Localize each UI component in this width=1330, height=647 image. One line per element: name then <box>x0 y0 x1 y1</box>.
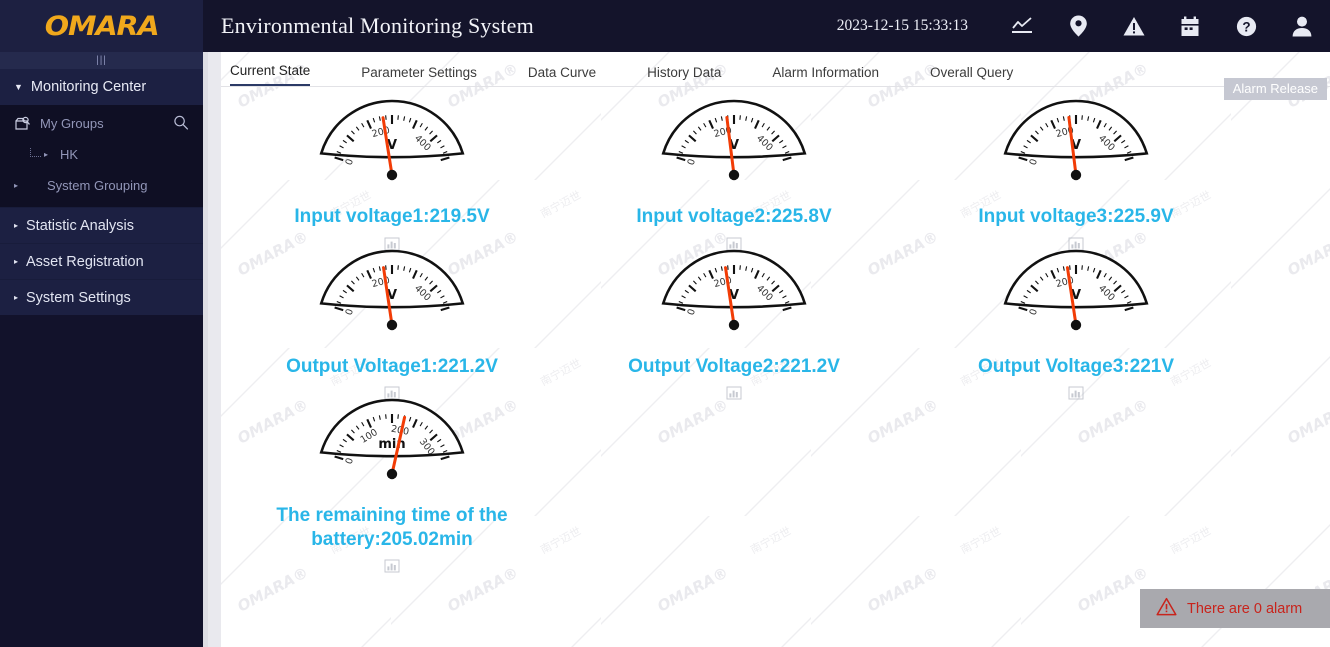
sidebar-item-system-settings[interactable]: ▸ System Settings <box>0 279 203 315</box>
gauge-cell-input-voltage-3: 0 200 400 V Input voltage3:225.9V <box>905 99 1247 251</box>
sidebar-item-hk[interactable]: ▸ HK <box>0 139 203 170</box>
gauge-label: Output Voltage3:221V <box>977 355 1174 377</box>
bar-chart-icon[interactable] <box>726 386 742 400</box>
gauge-label: Input voltage3:225.9V <box>978 206 1174 227</box>
search-icon[interactable] <box>173 114 189 133</box>
gauge-output-voltage-3[interactable]: 0 200 400 V <box>996 249 1156 343</box>
brand-logo[interactable]: OMARA <box>0 0 203 52</box>
chevron-right-icon: ▸ <box>14 181 19 190</box>
sidebar-item-monitoring-center[interactable]: ▼ Monitoring Center <box>0 69 203 105</box>
gauge-label: The remaining time of the battery:205.02… <box>276 505 508 550</box>
tree-connector-line <box>30 147 41 157</box>
alarm-release-button[interactable]: Alarm Release <box>1223 78 1327 100</box>
gauge-grid: 0 200 400 V Input voltage1:219.5V 0 200 400 V … <box>221 87 1330 573</box>
sidebar-item-label: System Grouping <box>47 178 148 193</box>
chevron-right-icon: ▸ <box>44 150 49 159</box>
sidebar-item-label: Asset Registration <box>26 253 144 270</box>
bar-chart-icon[interactable] <box>1068 237 1084 251</box>
sidebar-collapse-handle[interactable]: ||| <box>0 52 203 69</box>
group-folder-icon <box>14 116 31 132</box>
warning-triangle-icon <box>1156 597 1177 621</box>
gauge-cell-output-voltage-3: 0 200 400 V Output Voltage3:221V <box>905 249 1247 401</box>
sidebar-item-label: HK <box>60 147 79 162</box>
gauge-cell-input-voltage-1: 0 200 400 V Input voltage1:219.5V <box>221 99 563 251</box>
alarm-toast-text: There are 0 alarm <box>1187 600 1303 617</box>
gauge-label: Output Voltage1:221.2V <box>286 355 498 377</box>
help-icon[interactable]: ? <box>1218 0 1274 52</box>
svg-text:0: 0 <box>344 158 356 167</box>
sidebar-item-label: My Groups <box>40 116 104 131</box>
gauge-input-voltage-1[interactable]: 0 200 400 V <box>312 99 472 193</box>
location-pin-icon[interactable] <box>1050 0 1106 52</box>
tab-parameter-settings[interactable]: Parameter Settings <box>361 65 477 86</box>
alarm-toast: There are 0 alarm <box>1140 589 1330 628</box>
svg-text:0: 0 <box>686 307 698 316</box>
gauge-row-1: 0 200 400 V Input voltage1:219.5V 0 200 400 V … <box>221 99 1330 251</box>
user-avatar-icon[interactable] <box>1274 0 1330 52</box>
sidebar-item-my-groups[interactable]: My Groups <box>0 108 203 139</box>
gauge-cell-output-voltage-1: 0 200 400 V Output Voltage1:221.2V <box>221 249 563 401</box>
gauge-row-2: 0 200 400 V Output Voltage1:221.2V 0 200 400 V… <box>221 249 1330 401</box>
data-curve-icon[interactable] <box>994 0 1050 52</box>
bar-chart-icon[interactable] <box>1068 386 1084 400</box>
gauge-battery-remaining-time[interactable]: 0 100 200 300 min <box>312 398 472 492</box>
monitoring-subtree: My Groups ▸ HK ▸ System Grouping <box>0 105 203 207</box>
main-content: OMARA® 南宁迈世 Current State Parameter Sett… <box>221 52 1330 647</box>
sidebar-item-label: System Settings <box>26 289 131 306</box>
bar-chart-icon[interactable] <box>726 237 742 251</box>
chevron-right-icon: ▸ <box>14 257 19 266</box>
sidebar-content-gutter <box>203 52 221 647</box>
gauge-row-3: 0 100 200 300 min The remaining time of the … <box>221 398 1330 573</box>
tab-overall-query[interactable]: Overall Query <box>930 65 1013 86</box>
svg-text:min: min <box>378 437 405 452</box>
svg-text:0: 0 <box>344 307 356 316</box>
svg-text:?: ? <box>1242 19 1250 34</box>
tab-bar: Current State Parameter Settings Data Cu… <box>221 52 1330 86</box>
sidebar-item-statistic-analysis[interactable]: ▸ Statistic Analysis <box>0 207 203 243</box>
sidebar-item-asset-registration[interactable]: ▸ Asset Registration <box>0 243 203 279</box>
gauge-label: Input voltage2:225.8V <box>636 206 832 227</box>
page-title: Environmental Monitoring System <box>221 13 534 38</box>
tab-data-curve[interactable]: Data Curve <box>528 65 596 86</box>
app-header: Environmental Monitoring System 2023-12-… <box>203 0 1330 52</box>
sidebar-item-label: Monitoring Center <box>30 79 147 95</box>
header-datetime: 2023-12-15 15:33:13 <box>836 17 968 34</box>
sidebar-item-system-grouping[interactable]: ▸ System Grouping <box>0 170 203 201</box>
bar-chart-icon[interactable] <box>384 237 400 251</box>
gauge-output-voltage-2[interactable]: 0 200 400 V <box>654 249 814 343</box>
gauge-label: Input voltage1:219.5V <box>294 206 490 227</box>
svg-text:0: 0 <box>1028 158 1040 167</box>
gauge-input-voltage-3[interactable]: 0 200 400 V <box>996 99 1156 193</box>
bar-chart-icon[interactable] <box>384 386 400 400</box>
gauge-label: Output Voltage2:221.2V <box>628 355 840 377</box>
gauge-cell-battery-remaining-time: 0 100 200 300 min The remaining time of the … <box>221 398 563 573</box>
svg-text:0: 0 <box>686 158 698 167</box>
nav-group-monitoring: ▼ Monitoring Center My Groups ▸ HK ▸ Sys… <box>0 69 203 207</box>
gauge-output-voltage-1[interactable]: 0 200 400 V <box>312 249 472 343</box>
chevron-down-icon: ▼ <box>14 82 23 92</box>
svg-text:0: 0 <box>344 457 356 466</box>
tab-alarm-information[interactable]: Alarm Information <box>772 65 879 86</box>
chevron-right-icon: ▸ <box>14 221 19 230</box>
gauge-cell-input-voltage-2: 0 200 400 V Input voltage2:225.8V <box>563 99 905 251</box>
sidebar-item-label: Statistic Analysis <box>26 217 135 234</box>
tab-current-state[interactable]: Current State <box>230 63 311 86</box>
svg-text:0: 0 <box>1028 307 1040 316</box>
gauge-input-voltage-2[interactable]: 0 200 400 V <box>654 99 814 193</box>
bar-chart-icon[interactable] <box>384 559 400 573</box>
logo-text: OMARA <box>44 10 160 42</box>
sidebar: OMARA ||| ▼ Monitoring Center My Groups … <box>0 0 203 647</box>
chevron-right-icon: ▸ <box>14 293 19 302</box>
calendar-icon[interactable] <box>1162 0 1218 52</box>
alarm-warning-icon[interactable] <box>1106 0 1162 52</box>
collapse-handle-glyph: ||| <box>96 55 107 66</box>
gauge-cell-output-voltage-2: 0 200 400 V Output Voltage2:221.2V <box>563 249 905 401</box>
tab-history-data[interactable]: History Data <box>647 65 721 86</box>
app-root: OMARA ||| ▼ Monitoring Center My Groups … <box>0 0 1330 647</box>
